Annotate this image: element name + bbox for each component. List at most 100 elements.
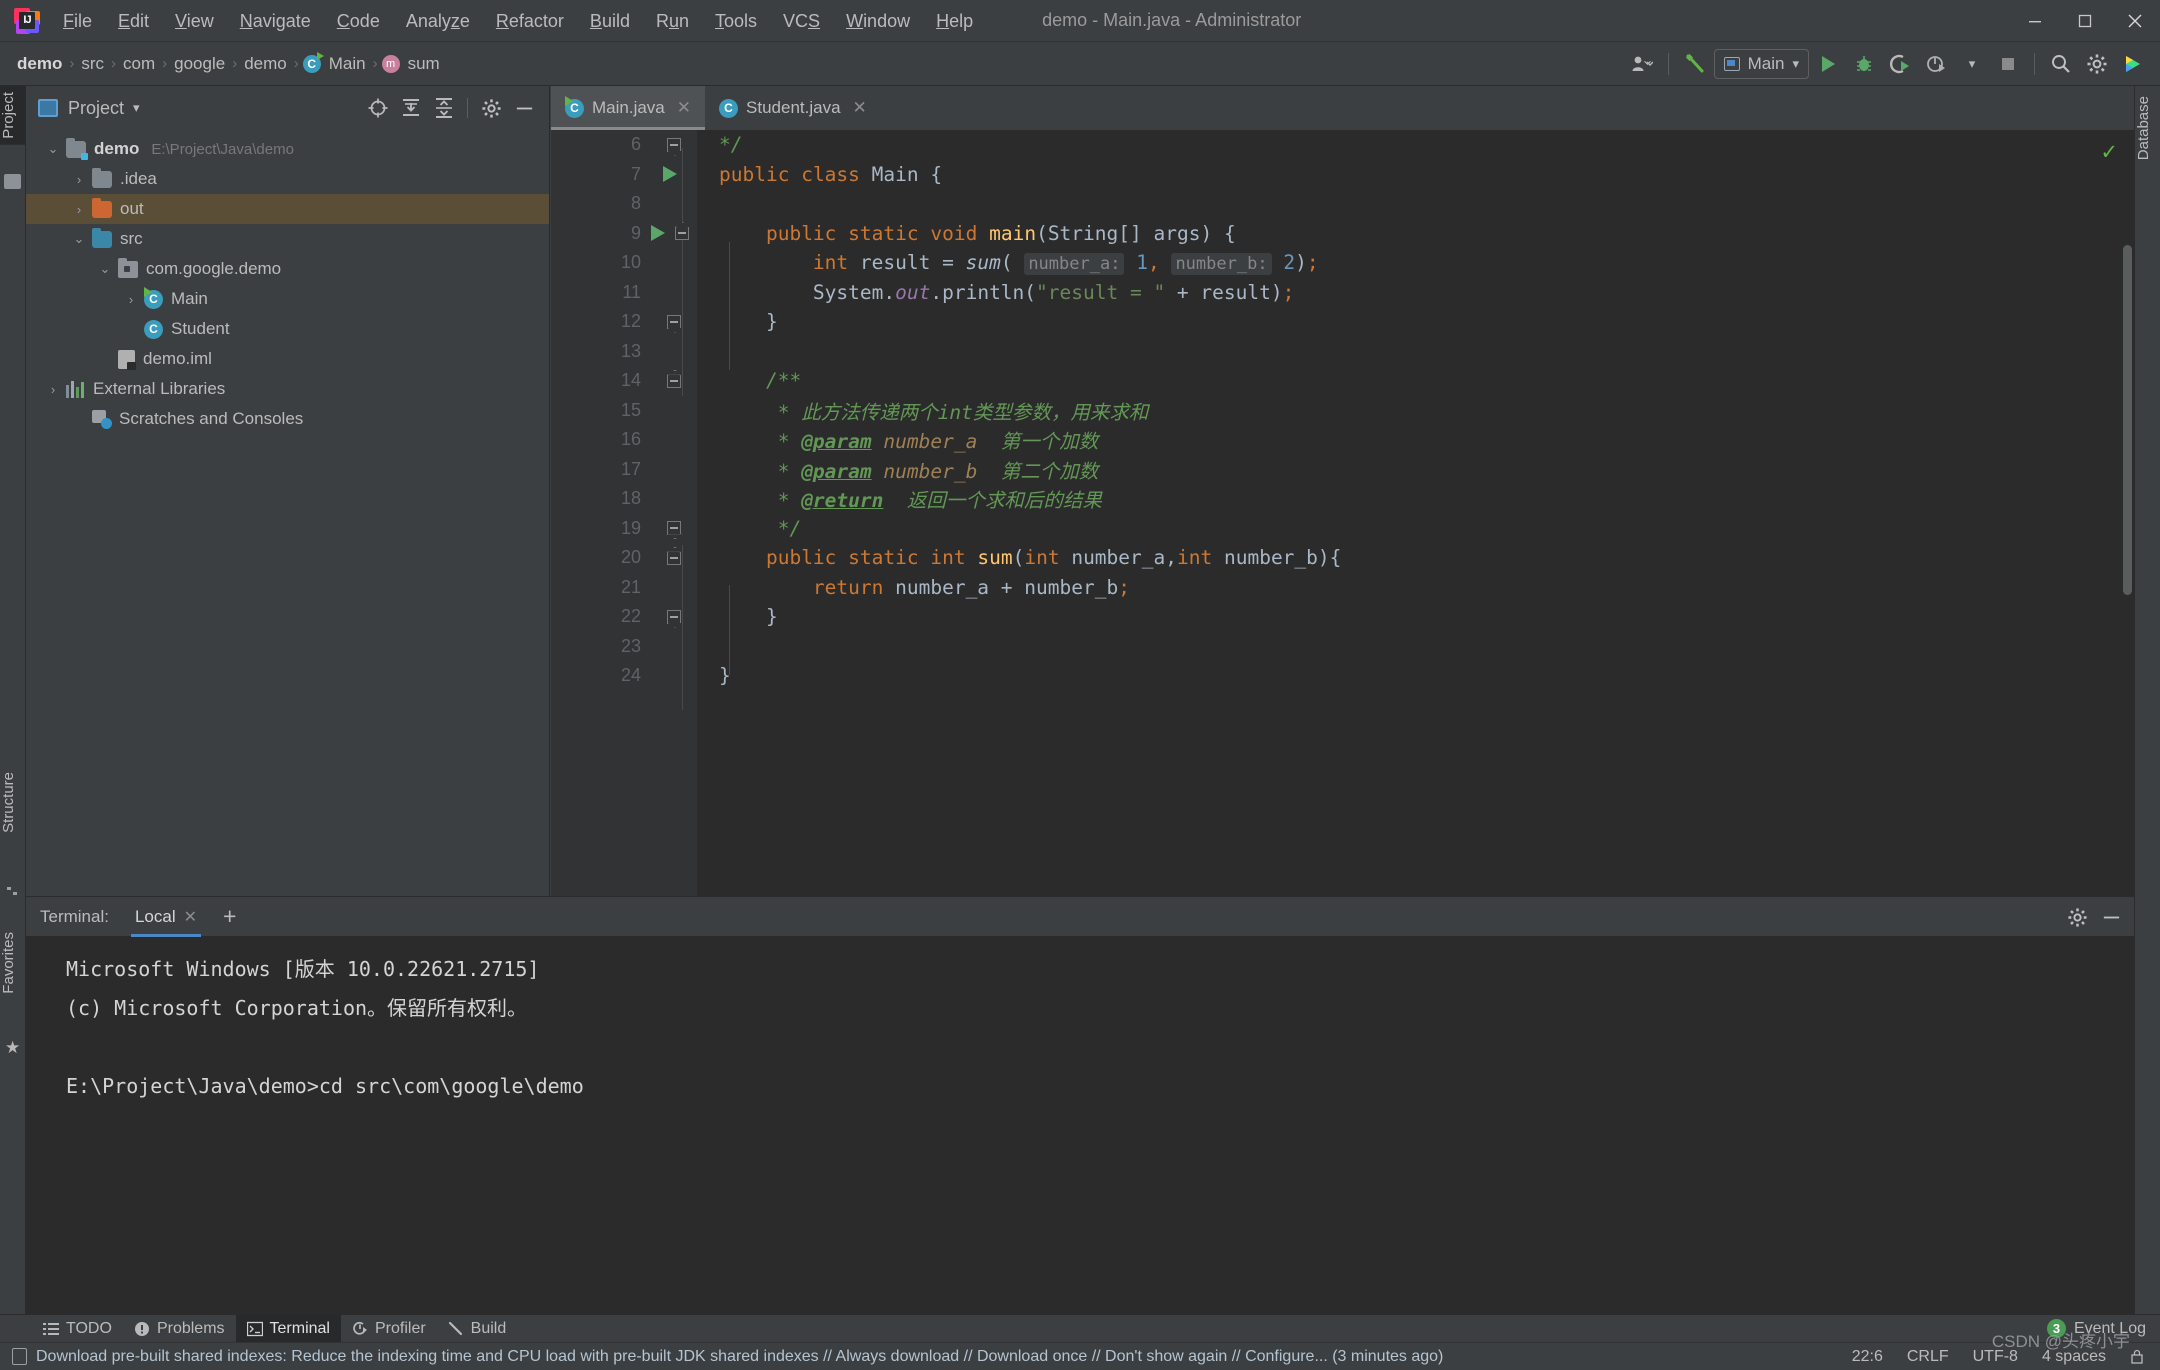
breadcrumb-item-main[interactable]: Main (326, 54, 369, 74)
chevron-right-icon[interactable]: › (118, 292, 144, 307)
breadcrumb-item-src[interactable]: src (78, 54, 107, 74)
close-icon[interactable]: ✕ (677, 98, 691, 118)
breadcrumb-item-com[interactable]: com (120, 54, 158, 74)
tree-item-external-libraries[interactable]: › External Libraries (26, 374, 549, 404)
tree-item-demo[interactable]: ⌄ demo E:\Project\Java\demo (26, 134, 549, 164)
inspection-status-icon[interactable]: ✓ (2100, 140, 2118, 165)
bottom-tab-problems[interactable]: Problems (123, 1315, 236, 1343)
run-button[interactable] (1811, 47, 1845, 81)
close-icon[interactable]: ✕ (853, 98, 867, 118)
code-line: 7 public class Main { (551, 160, 2134, 190)
tree-item-main[interactable]: › C Main (26, 284, 549, 314)
menu-item-code[interactable]: Code (324, 0, 393, 42)
search-icon[interactable] (2044, 47, 2078, 81)
tool-window-structure[interactable]: Structure (0, 766, 26, 839)
terminal-output[interactable]: Microsoft Windows [版本 10.0.22621.2715] (… (26, 938, 2134, 1314)
code-token-brace: } (765, 310, 778, 334)
tree-item-student[interactable]: C Student (26, 314, 549, 344)
gear-icon[interactable] (2062, 902, 2092, 932)
build-hammer-icon[interactable] (1678, 47, 1712, 81)
line-number: 12 (620, 311, 641, 332)
toolbox-icon[interactable] (2116, 47, 2150, 81)
fold-marker[interactable] (651, 521, 697, 536)
menu-item-build[interactable]: Build (577, 0, 643, 42)
menu-item-help[interactable]: Help (923, 0, 986, 42)
bottom-tab-profiler[interactable]: Profiler (341, 1315, 437, 1343)
expand-all-icon[interactable] (396, 93, 426, 123)
chevron-down-icon[interactable]: ⌄ (40, 141, 66, 157)
code-line: 8 (551, 189, 2134, 219)
tree-item-src[interactable]: ⌄ src (26, 224, 549, 254)
tree-item-package[interactable]: ⌄ com.google.demo (26, 254, 549, 284)
code-editor[interactable]: 6 */ 7 public class Main { 8 9 public st (551, 130, 2134, 896)
profile-button[interactable] (1919, 47, 1953, 81)
tool-window-project[interactable]: Project (0, 86, 26, 145)
tree-item-idea[interactable]: › .idea (26, 164, 549, 194)
chevron-right-icon[interactable]: › (40, 382, 66, 397)
hide-panel-icon[interactable] (509, 93, 539, 123)
editor-tab-student-java[interactable]: C Student.java ✕ (705, 86, 881, 130)
tool-window-favorites[interactable]: Favorites (0, 926, 26, 1000)
editor-vertical-scrollbar[interactable] (2123, 245, 2132, 595)
editor-tab-main-java[interactable]: C Main.java ✕ (551, 86, 706, 130)
code-line: 17 * @param number_b 第二个加数 (551, 455, 2134, 485)
menu-item-analyze[interactable]: Analyze (393, 0, 483, 42)
collapse-all-icon[interactable] (429, 93, 459, 123)
breadcrumb-item-sum[interactable]: sum (405, 54, 443, 74)
bottom-tab-todo[interactable]: TODO (32, 1315, 123, 1343)
run-with-coverage-button[interactable] (1883, 47, 1917, 81)
minimize-button[interactable] (2010, 0, 2060, 42)
bottom-tab-terminal[interactable]: Terminal (235, 1314, 341, 1343)
breadcrumb-item-google[interactable]: google (171, 54, 228, 74)
fold-marker[interactable] (651, 550, 697, 565)
scroll-from-source-icon[interactable] (363, 93, 393, 123)
code-line: 14 /** (551, 366, 2134, 396)
menu-item-run[interactable]: Run (643, 0, 702, 42)
chevron-down-icon[interactable]: ⌄ (92, 261, 118, 277)
breadcrumb-item-demo[interactable]: demo (14, 54, 65, 74)
chevron-right-icon[interactable]: › (66, 172, 92, 187)
run-gutter-icon[interactable] (651, 166, 697, 183)
menu-item-view[interactable]: View (162, 0, 227, 42)
stop-button[interactable] (1991, 47, 2025, 81)
menu-item-refactor[interactable]: Refactor (483, 0, 577, 42)
status-message-area[interactable]: Download pre-built shared indexes: Reduc… (12, 1348, 1443, 1366)
terminal-tab-local[interactable]: Local ✕ (130, 897, 202, 937)
gear-icon[interactable] (476, 93, 506, 123)
gear-icon[interactable] (2080, 47, 2114, 81)
breadcrumb-item-demo-pkg[interactable]: demo (241, 54, 290, 74)
fold-marker[interactable] (651, 609, 697, 624)
chevron-down-icon[interactable]: ▾ (1955, 47, 1989, 81)
fold-marker[interactable] (651, 373, 697, 388)
tool-window-database[interactable]: Database (2135, 90, 2160, 166)
menu-item-window[interactable]: Window (833, 0, 923, 42)
menu-item-edit[interactable]: Edit (105, 0, 162, 42)
status-message[interactable]: Download pre-built shared indexes: Reduc… (36, 1348, 1443, 1366)
chevron-down-icon[interactable]: ⌄ (66, 231, 92, 247)
user-account-icon[interactable] (1625, 47, 1659, 81)
fold-marker[interactable] (651, 314, 697, 329)
close-icon[interactable]: ✕ (184, 907, 197, 927)
run-gutter-icon[interactable] (651, 225, 697, 242)
hide-panel-icon[interactable] (2096, 902, 2126, 932)
maximize-button[interactable] (2060, 0, 2110, 42)
menu-item-tools[interactable]: Tools (702, 0, 770, 42)
tree-item-scratches[interactable]: Scratches and Consoles (26, 404, 549, 434)
bottom-tab-build[interactable]: Build (437, 1315, 518, 1343)
new-terminal-tab-button[interactable]: + (223, 903, 236, 930)
chevron-right-icon[interactable]: › (66, 202, 92, 217)
line-separator[interactable]: CRLF (1907, 1348, 1949, 1366)
close-button[interactable] (2110, 0, 2160, 42)
chevron-down-icon[interactable]: ▾ (133, 100, 140, 116)
debug-button[interactable] (1847, 47, 1881, 81)
menu-item-navigate[interactable]: Navigate (227, 0, 324, 42)
fold-marker[interactable] (651, 137, 697, 152)
run-configuration-selector[interactable]: Main ▾ (1713, 49, 1809, 79)
menu-item-vcs[interactable]: VCS (770, 0, 833, 42)
code-token-javadoc-text: 此方法传递两个int类型参数，用来求和 (801, 400, 1149, 424)
tree-item-out[interactable]: › out (26, 194, 549, 224)
menu-item-file[interactable]: FFileile (50, 0, 105, 42)
caret-position[interactable]: 22:6 (1852, 1348, 1883, 1366)
tree-item-demo-iml[interactable]: demo.iml (26, 344, 549, 374)
lock-icon[interactable] (2130, 1349, 2144, 1365)
